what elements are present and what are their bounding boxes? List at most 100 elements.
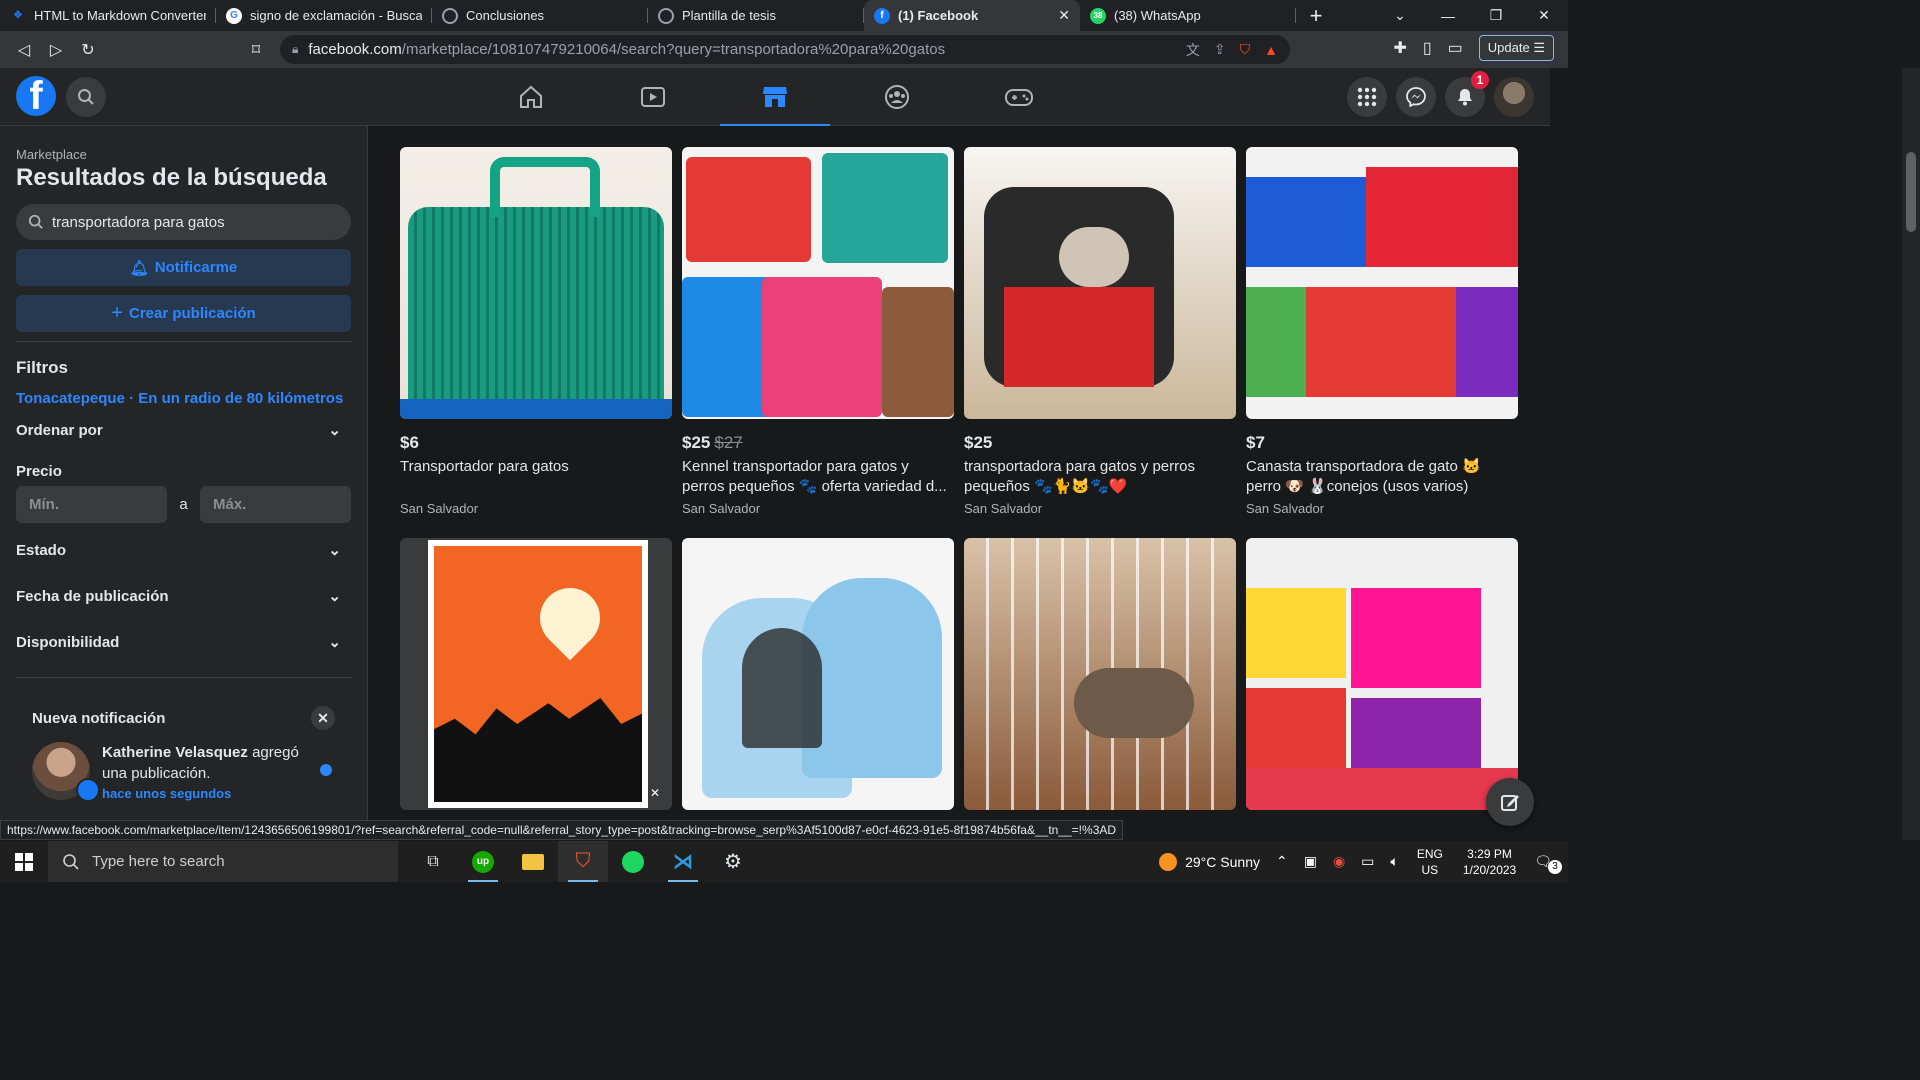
location-filter[interactable]: Tonacatepeque · En un radio de 80 kilóme… bbox=[16, 390, 351, 407]
language-indicator[interactable]: ENG US bbox=[1407, 846, 1453, 878]
profile-avatar[interactable] bbox=[1494, 77, 1534, 117]
minimize-button[interactable]: — bbox=[1424, 0, 1472, 31]
listing-image bbox=[1246, 147, 1518, 419]
restore-button[interactable]: ❐ bbox=[1472, 0, 1520, 31]
battery-icon[interactable]: ▭ bbox=[1353, 853, 1382, 870]
new-tab-button[interactable]: + bbox=[1296, 0, 1336, 31]
weather-widget[interactable]: 29°C Sunny bbox=[1151, 852, 1268, 871]
taskbar-brave[interactable]: ⛉ bbox=[558, 841, 608, 882]
wallet-icon[interactable]: ▭ bbox=[1448, 38, 1463, 58]
device-icon[interactable]: ▣ bbox=[1296, 853, 1325, 870]
vscode-icon: ⋊ bbox=[673, 851, 693, 873]
url-host: facebook.com bbox=[308, 41, 402, 58]
facebook-header: f 1 bbox=[0, 68, 1550, 127]
listing-card[interactable]: $6 Transportador para gatos San Salvador bbox=[400, 147, 672, 516]
price-min-input[interactable]: Mín. bbox=[16, 486, 167, 523]
tab-conclusiones[interactable]: Conclusiones bbox=[432, 0, 648, 31]
tab-plantilla-tesis[interactable]: Plantilla de tesis bbox=[648, 0, 864, 31]
sidebar-icon[interactable]: ▯ bbox=[1423, 38, 1432, 58]
listing-card[interactable]: ✕ bbox=[400, 538, 672, 810]
condition-filter[interactable]: Estado ⌄ bbox=[16, 527, 351, 573]
listing-card[interactable]: $25 $27 Kennel transportador para gatos y… bbox=[682, 147, 954, 516]
task-view-icon: ⧉ bbox=[427, 852, 439, 870]
create-listing-button[interactable]: + Crear publicación bbox=[16, 295, 351, 332]
taskbar-settings[interactable]: ⚙ bbox=[708, 841, 758, 882]
taskbar-upwork[interactable]: up bbox=[458, 841, 508, 882]
listing-card[interactable]: $7 Canasta transportadora de gato 🐱 perr… bbox=[1246, 147, 1518, 516]
new-message-button[interactable] bbox=[1486, 778, 1534, 826]
notification-title: Nueva notificación bbox=[32, 709, 166, 727]
brave-rewards-icon[interactable]: ▲ bbox=[1264, 42, 1278, 58]
notification-toast[interactable]: Nueva notificación ✕ Katherine Velasquez… bbox=[16, 690, 351, 802]
nav-gaming[interactable] bbox=[964, 68, 1074, 126]
tab-facebook[interactable]: f (1) Facebook ✕ bbox=[864, 0, 1080, 31]
notify-me-button[interactable]: 🔔︎ Notificarme bbox=[16, 249, 351, 286]
translate-icon[interactable]: 文 bbox=[1186, 40, 1200, 60]
nav-home[interactable] bbox=[476, 68, 586, 126]
listing-card[interactable] bbox=[682, 538, 954, 810]
extensions-icon[interactable]: ✚ bbox=[1393, 38, 1406, 58]
menu-button[interactable] bbox=[1347, 77, 1387, 117]
forward-button[interactable]: ▷ bbox=[40, 34, 72, 66]
date-listed-filter[interactable]: Fecha de publicación ⌄ bbox=[16, 573, 351, 619]
sort-by-filter[interactable]: Ordenar por ⌄ bbox=[16, 407, 351, 453]
update-button[interactable]: Update ☰ bbox=[1478, 35, 1554, 61]
listing-card[interactable] bbox=[964, 538, 1236, 810]
listing-location: San Salvador bbox=[964, 501, 1043, 516]
address-bar[interactable]: 🔒︎ facebook.com /marketplace/10810747921… bbox=[280, 35, 1290, 64]
listing-price: $6 bbox=[400, 433, 419, 452]
taskbar-spotify[interactable] bbox=[608, 841, 658, 882]
listing-card[interactable]: $8 bbox=[1246, 538, 1518, 820]
page-scrollbar[interactable] bbox=[1902, 68, 1920, 840]
availability-label: Disponibilidad bbox=[16, 633, 120, 651]
search-input[interactable]: transportadora para gatos bbox=[16, 204, 351, 240]
globe-icon bbox=[442, 7, 458, 24]
notifications-button[interactable]: 1 bbox=[1445, 71, 1489, 117]
start-button[interactable] bbox=[0, 841, 48, 882]
action-center-button[interactable]: 🗨︎ 3 bbox=[1526, 853, 1568, 874]
listing-location: San Salvador bbox=[682, 501, 761, 516]
task-view-button[interactable]: ⧉ bbox=[408, 841, 458, 882]
taskbar-vscode[interactable]: ⋊ bbox=[658, 841, 708, 882]
tray-overflow-icon[interactable]: ⌃ bbox=[1268, 853, 1296, 870]
listing-image bbox=[964, 147, 1236, 419]
update-label: Update bbox=[1487, 40, 1530, 55]
bookmark-icon[interactable]: ⌑ bbox=[240, 34, 272, 66]
lock-icon: 🔒︎ bbox=[292, 42, 299, 56]
page-title: Resultados de la búsqueda bbox=[16, 164, 327, 191]
tab-google-search[interactable]: G signo de exclamación - Buscar co bbox=[216, 0, 432, 31]
taskbar-file-explorer[interactable] bbox=[508, 841, 558, 882]
nav-watch[interactable] bbox=[598, 68, 708, 126]
availability-filter[interactable]: Disponibilidad ⌄ bbox=[16, 619, 351, 665]
price-range: Mín. a Máx. bbox=[16, 486, 351, 523]
back-button[interactable]: ◁ bbox=[8, 34, 40, 66]
volume-icon[interactable]: 🔈︎ bbox=[1382, 853, 1406, 870]
brave-shields-icon[interactable]: ⛉ bbox=[1240, 41, 1251, 58]
breadcrumb[interactable]: Marketplace bbox=[16, 147, 351, 162]
close-icon[interactable]: ✕ bbox=[311, 706, 335, 730]
nav-marketplace[interactable] bbox=[720, 68, 830, 127]
ad-close-icon[interactable]: ✕ bbox=[650, 786, 660, 800]
tab-search-chevron-icon[interactable]: ⌄ bbox=[1376, 0, 1424, 31]
close-tab-icon[interactable]: ✕ bbox=[1058, 7, 1070, 24]
facebook-icon: f bbox=[874, 7, 890, 24]
tab-whatsapp[interactable]: 38 (38) WhatsApp bbox=[1080, 0, 1296, 31]
close-window-button[interactable]: ✕ bbox=[1520, 0, 1568, 31]
facebook-logo-icon[interactable]: f bbox=[16, 76, 56, 116]
taskbar-search[interactable]: Type here to search bbox=[48, 841, 398, 882]
bell-icon bbox=[1458, 89, 1472, 106]
create-listing-label: Crear publicación bbox=[128, 305, 256, 322]
nav-groups[interactable] bbox=[842, 68, 952, 126]
listing-card[interactable]: $25 transportadora para gatos y perros p… bbox=[964, 147, 1236, 516]
messenger-button[interactable] bbox=[1396, 77, 1436, 117]
filters-title: Filtros bbox=[16, 358, 68, 377]
scrollbar-thumb[interactable] bbox=[1906, 152, 1916, 232]
tab-html-to-markdown[interactable]: ✥ HTML to Markdown Converter - bbox=[0, 0, 216, 31]
link-preview-url: https://www.facebook.com/marketplace/ite… bbox=[0, 820, 1124, 840]
search-button[interactable] bbox=[66, 77, 106, 117]
price-max-input[interactable]: Máx. bbox=[200, 486, 351, 523]
share-icon[interactable]: ⇪ bbox=[1214, 41, 1226, 58]
network-icon[interactable]: ◉ bbox=[1325, 853, 1353, 870]
reload-button[interactable]: ↻ bbox=[72, 34, 104, 66]
clock[interactable]: 3:29 PM 1/20/2023 bbox=[1453, 846, 1526, 878]
